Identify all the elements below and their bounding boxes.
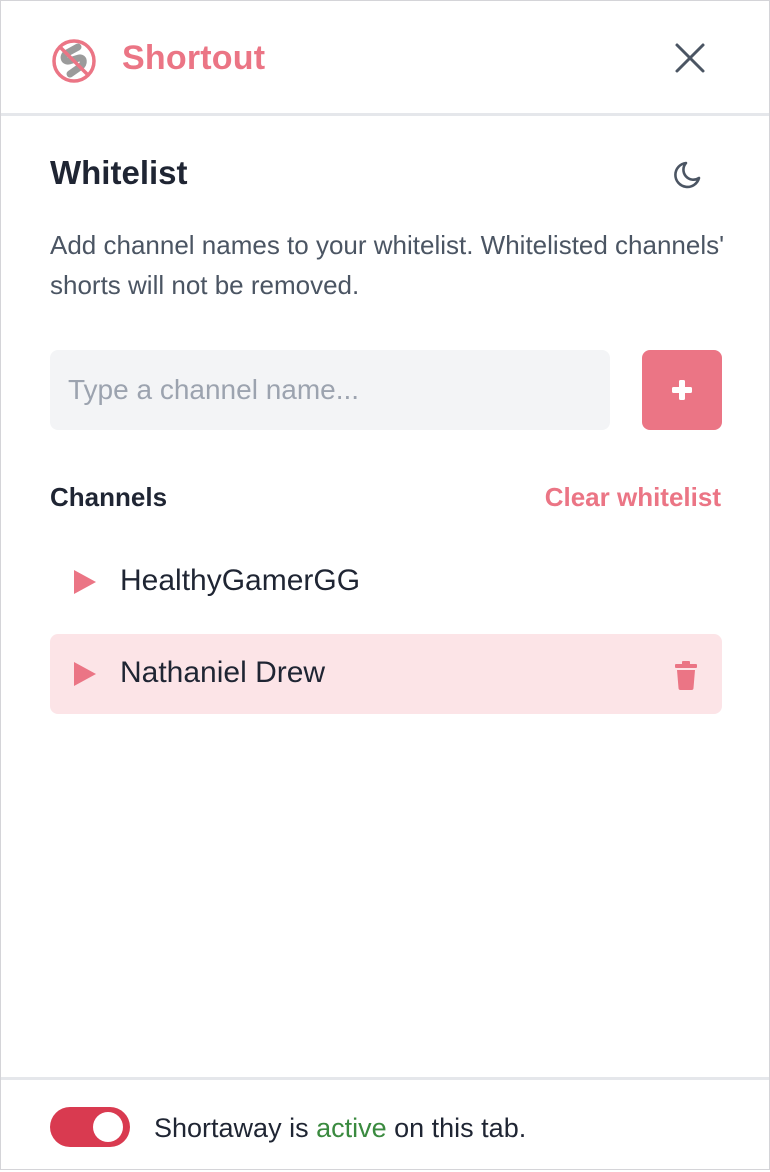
status-suffix: on this tab.	[386, 1113, 527, 1143]
channel-list: HealthyGamerGG Nathaniel Drew	[50, 542, 722, 726]
no-shorts-logo-icon	[52, 39, 96, 83]
section-title: Whitelist	[50, 154, 188, 191]
plus-icon	[672, 380, 692, 400]
app-title: Shortout	[122, 39, 266, 77]
list-item[interactable]: Nathaniel Drew	[50, 634, 722, 714]
list-item[interactable]: HealthyGamerGG	[50, 542, 722, 622]
close-icon[interactable]	[671, 39, 709, 77]
play-icon	[74, 662, 96, 686]
play-icon	[74, 570, 96, 594]
extension-popup: Shortout Whitelist Add channel names to …	[0, 0, 770, 1170]
channels-heading: Channels	[50, 482, 168, 512]
status-text: Shortaway is active on this tab.	[154, 1113, 526, 1144]
footer: Shortaway is active on this tab.	[1, 1077, 769, 1172]
status-active-keyword: active	[316, 1113, 387, 1143]
clear-whitelist-button[interactable]: Clear whitelist	[545, 482, 721, 513]
whitelist-description: Add channel names to your whitelist. Whi…	[50, 230, 725, 300]
add-channel-button[interactable]	[642, 350, 722, 430]
channel-name: Nathaniel Drew	[120, 656, 326, 689]
toggle-knob	[93, 1112, 123, 1142]
trash-icon[interactable]	[674, 660, 698, 690]
channel-name-input[interactable]	[50, 350, 610, 430]
moon-icon[interactable]	[669, 156, 707, 194]
active-toggle[interactable]	[50, 1107, 130, 1147]
header: Shortout	[1, 1, 769, 116]
status-prefix: Shortaway is	[154, 1113, 317, 1143]
channel-name: HealthyGamerGG	[120, 564, 361, 597]
